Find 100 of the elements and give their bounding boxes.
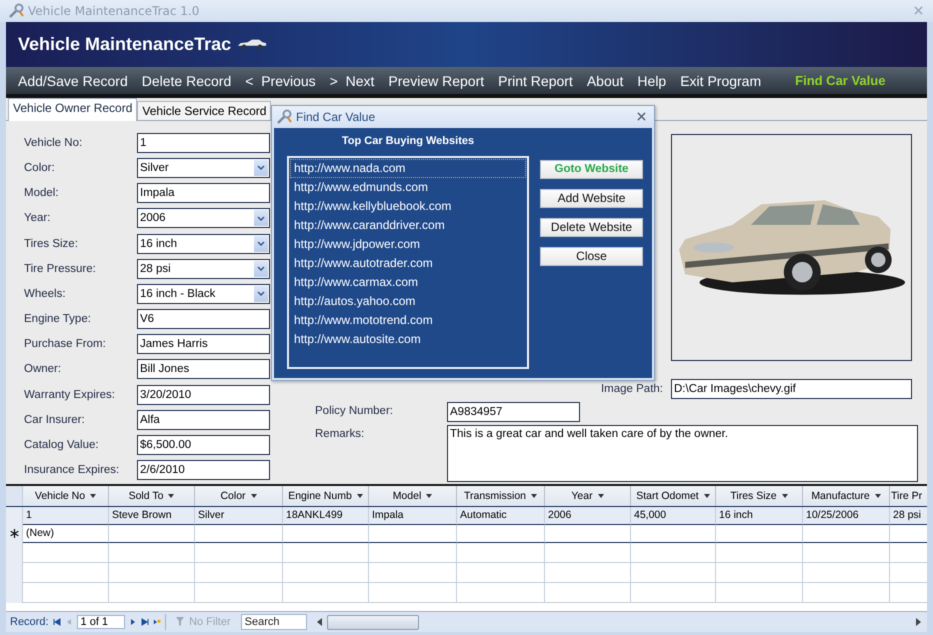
column-header[interactable]: Start Odomet bbox=[631, 486, 716, 506]
scroll-left-icon[interactable] bbox=[316, 618, 323, 626]
column-header[interactable]: Tire Pr bbox=[890, 486, 927, 506]
table-cell: Silver bbox=[195, 506, 283, 525]
field-label: Color: bbox=[24, 162, 56, 174]
menu-item[interactable]: Preview Report bbox=[388, 72, 484, 88]
select-all-corner[interactable] bbox=[6, 486, 23, 506]
text-field[interactable]: V6 bbox=[137, 309, 270, 330]
dropdown-button[interactable] bbox=[254, 260, 268, 277]
menu-item[interactable]: Delete Record bbox=[142, 72, 232, 88]
dropdown-field[interactable]: 16 inch bbox=[137, 234, 270, 254]
text-field[interactable]: James Harris bbox=[137, 334, 270, 354]
column-header[interactable]: Transmission bbox=[457, 486, 545, 506]
dialog-button[interactable]: Add Website bbox=[540, 188, 643, 208]
column-header[interactable]: Year bbox=[545, 486, 631, 506]
list-item[interactable]: http://www.autotrader.com bbox=[290, 254, 526, 273]
table-cell: 1 bbox=[23, 506, 109, 525]
scroll-right-icon[interactable] bbox=[915, 618, 921, 626]
column-header[interactable]: Model bbox=[369, 486, 457, 506]
new-record-icon[interactable] bbox=[153, 618, 162, 626]
column-header[interactable]: Tires Size bbox=[716, 486, 803, 506]
list-item[interactable]: http://autos.yahoo.com bbox=[290, 292, 526, 311]
menu-item[interactable]: Print Report bbox=[498, 72, 573, 88]
text-field[interactable]: $6,500.00 bbox=[137, 435, 270, 456]
search-field[interactable]: Search bbox=[240, 614, 307, 630]
last-record-icon[interactable] bbox=[141, 618, 150, 626]
menu-item[interactable]: > Next bbox=[330, 72, 374, 88]
text-field[interactable]: 3/20/2010 bbox=[137, 384, 270, 405]
field-label: Tires Size: bbox=[24, 238, 79, 250]
field-label: Vehicle No: bbox=[24, 136, 84, 149]
menu-item[interactable]: Exit Program bbox=[680, 72, 762, 88]
record-number-field[interactable]: 1 of 1 bbox=[76, 615, 126, 630]
dropdown-button[interactable] bbox=[254, 210, 268, 226]
text-field[interactable]: D:\Car Images\chevy.gif bbox=[671, 378, 912, 399]
menu-item[interactable]: Add/Save Record bbox=[18, 72, 128, 88]
dialog-button[interactable]: Close bbox=[540, 246, 643, 266]
menu-item[interactable]: < Previous bbox=[245, 72, 316, 88]
tab[interactable]: Vehicle Service Record bbox=[137, 100, 272, 120]
table-cell: 2006 bbox=[545, 506, 631, 525]
list-item[interactable]: http://www.mototrend.com bbox=[290, 310, 526, 330]
caret-icon bbox=[704, 494, 710, 498]
list-item[interactable]: http://www.nada.com bbox=[290, 158, 526, 178]
list-item[interactable]: http://www.edmunds.com bbox=[290, 178, 526, 197]
caret-icon bbox=[874, 494, 881, 498]
dropdown-button[interactable] bbox=[254, 236, 268, 252]
dropdown-field[interactable]: 28 psi bbox=[137, 258, 270, 279]
menu-item[interactable]: Find Car Value bbox=[795, 73, 886, 88]
table-cell: (New) bbox=[23, 524, 109, 543]
dropdown-field[interactable]: 16 inch - Black bbox=[137, 284, 270, 304]
text-field[interactable]: A9834957 bbox=[447, 402, 580, 422]
column-header[interactable]: Manufacture bbox=[803, 486, 890, 506]
next-record-icon[interactable] bbox=[129, 618, 138, 626]
field-label: Engine Type: bbox=[24, 313, 92, 326]
chevron-icon bbox=[257, 291, 265, 296]
text-field[interactable]: 2/6/2010 bbox=[137, 460, 270, 480]
dropdown-field[interactable]: Silver bbox=[137, 158, 270, 178]
table-cell: 18ANKL499 bbox=[283, 506, 369, 525]
column-header[interactable]: Vehicle No bbox=[23, 486, 109, 506]
dropdown-button[interactable] bbox=[254, 160, 268, 176]
menu-item[interactable]: About bbox=[586, 72, 624, 88]
window-title: Vehicle MaintenanceTrac 1.0 bbox=[28, 4, 200, 18]
caret-icon bbox=[782, 494, 788, 498]
field-label: Tire Pressure: bbox=[24, 262, 97, 275]
field-label: Wheels: bbox=[24, 288, 67, 300]
caret-icon bbox=[90, 494, 96, 498]
dialog-button[interactable]: Delete Website bbox=[540, 218, 643, 237]
table-cell: Impala bbox=[369, 506, 457, 525]
first-record-icon[interactable] bbox=[52, 618, 61, 626]
tab[interactable]: Vehicle Owner Record bbox=[8, 98, 138, 121]
list-item[interactable]: http://www.carmax.com bbox=[290, 272, 526, 292]
text-field[interactable]: Alfa bbox=[137, 410, 270, 430]
field-label: Insurance Expires: bbox=[24, 464, 120, 476]
list-item[interactable]: http://www.jdpower.com bbox=[290, 234, 526, 254]
text-field[interactable]: 1 bbox=[137, 132, 270, 153]
table-cell: 16 inch bbox=[716, 506, 803, 525]
remarks-field[interactable]: This is a great car and well taken care of by the owner. bbox=[447, 424, 918, 482]
list-item[interactable]: http://www.autosite.com bbox=[290, 330, 526, 349]
car-icon bbox=[237, 38, 268, 50]
scrollbar-thumb[interactable] bbox=[326, 614, 419, 630]
column-header[interactable]: Engine Numb bbox=[283, 486, 369, 506]
field-label: Purchase From: bbox=[24, 338, 107, 350]
list-item[interactable]: http://www.kellybluebook.com bbox=[290, 196, 526, 216]
column-header[interactable]: Sold To bbox=[109, 486, 195, 506]
field-label: Policy Number: bbox=[315, 404, 394, 417]
table-cell: Steve Brown bbox=[109, 506, 195, 525]
new-row-icon bbox=[10, 529, 18, 538]
close-icon[interactable] bbox=[637, 112, 646, 122]
list-heading: Top Car Buying Websites bbox=[340, 134, 476, 149]
menu-item[interactable]: Help bbox=[637, 72, 666, 88]
dropdown-field[interactable]: 2006 bbox=[137, 208, 270, 228]
dropdown-button[interactable] bbox=[254, 286, 268, 302]
column-header[interactable]: Color bbox=[195, 486, 283, 506]
field-label: Warranty Expires: bbox=[24, 388, 116, 401]
chevron-icon bbox=[257, 216, 265, 221]
text-field[interactable]: Impala bbox=[137, 183, 270, 204]
table-cell: Automatic bbox=[457, 506, 545, 525]
list-item[interactable]: http://www.caranddriver.com bbox=[290, 216, 526, 235]
field-label: Owner: bbox=[24, 363, 62, 376]
field-label: Year: bbox=[24, 212, 52, 224]
text-field[interactable]: Bill Jones bbox=[137, 359, 270, 380]
